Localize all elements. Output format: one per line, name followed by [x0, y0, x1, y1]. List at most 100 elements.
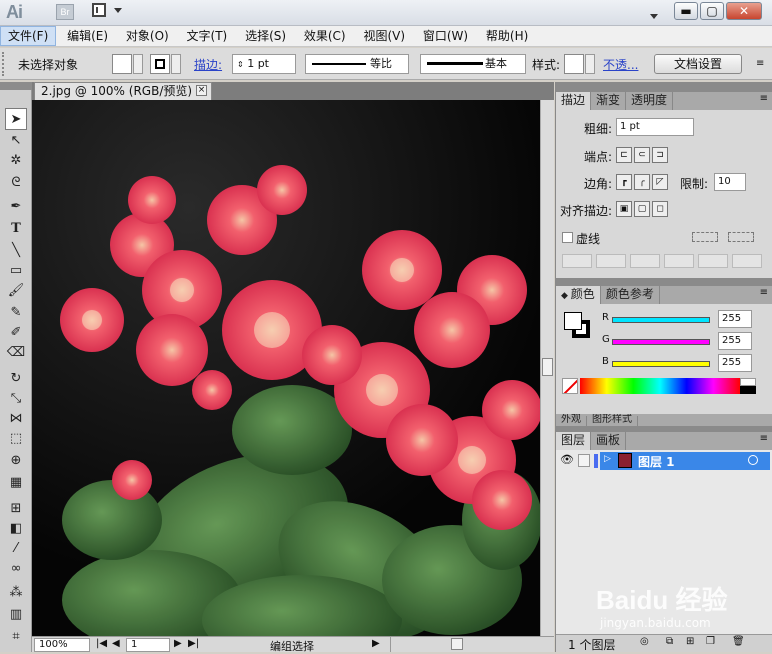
tab-color-guide[interactable]: 颜色参考 [601, 286, 660, 304]
close-document-icon[interactable]: × [196, 85, 207, 96]
channel-g-field[interactable]: 255 [718, 332, 752, 350]
limit-field[interactable]: 10 [714, 173, 746, 191]
document-setup-button[interactable]: 文档设置 [654, 54, 742, 74]
channel-r-slider[interactable] [612, 317, 710, 323]
dash-field-1[interactable] [562, 254, 592, 268]
scroll-thumb[interactable] [542, 358, 553, 376]
document-tab[interactable]: 2.jpg @ 100% (RGB/预览) [34, 82, 212, 100]
canvas-vertical-scrollbar[interactable] [540, 100, 554, 636]
dash-pattern-1-icon[interactable] [692, 232, 718, 242]
tab-gradient[interactable]: 渐变 [591, 92, 627, 110]
eyedropper-tool-icon[interactable]: ⁄ [5, 538, 27, 560]
align-outside-icon[interactable]: ◻ [652, 201, 668, 217]
perspective-grid-tool-icon[interactable]: ▦ [5, 472, 27, 494]
rotate-tool-icon[interactable]: ↻ [5, 368, 27, 390]
panel-menu-icon[interactable]: ≡ [756, 58, 764, 69]
prev-artboard-icon[interactable]: ◀ [112, 638, 120, 649]
graphic-style-swatch[interactable] [564, 54, 584, 74]
stroke-dropdown[interactable] [171, 54, 181, 74]
shape-builder-tool-icon[interactable]: ⊕ [5, 450, 27, 472]
width-tool-icon[interactable]: ⋈ [5, 408, 27, 430]
mesh-tool-icon[interactable]: ⊞ [5, 498, 27, 520]
fill-color-swatch[interactable] [564, 312, 582, 330]
trash-icon[interactable]: 🗑 [732, 636, 745, 647]
fill-swatch[interactable] [112, 54, 132, 74]
black-swatch[interactable] [740, 386, 756, 394]
last-artboard-icon[interactable]: ▶| [188, 638, 199, 649]
brush-definition[interactable]: 基本 [420, 54, 526, 74]
menu-select[interactable]: 选择(S) [238, 26, 293, 46]
tab-stroke[interactable]: 描边 [556, 92, 592, 110]
opacity-link[interactable]: 不透... [603, 56, 638, 73]
artboard-select[interactable]: 1 [126, 638, 170, 652]
bridge-button[interactable]: Br [56, 4, 74, 20]
panel-menu-icon[interactable]: ≡ [760, 93, 768, 104]
none-swatch-icon[interactable] [562, 378, 578, 394]
arrange-documents-button[interactable] [92, 3, 122, 21]
stroke-link[interactable]: 描边: [194, 56, 222, 73]
line-tool-icon[interactable]: ╲ [5, 240, 27, 262]
butt-cap-icon[interactable]: ⊏ [616, 147, 632, 163]
menu-type[interactable]: 文字(T) [180, 26, 235, 46]
white-swatch[interactable] [740, 378, 756, 386]
tab-appearance[interactable]: 外观 [556, 415, 587, 426]
magic-wand-tool-icon[interactable]: ✲ [5, 150, 27, 172]
channel-g-slider[interactable] [612, 339, 710, 345]
tab-transparency[interactable]: 透明度 [626, 92, 674, 110]
dash-field-3[interactable] [698, 254, 728, 268]
menu-help[interactable]: 帮助(H) [479, 26, 535, 46]
status-menu-icon[interactable]: ▶ [372, 638, 380, 649]
menu-effect[interactable]: 效果(C) [297, 26, 353, 46]
tab-color[interactable]: ◆ 颜色 [556, 286, 601, 304]
lock-toggle[interactable] [578, 454, 590, 467]
panel-menu-icon[interactable]: ≡ [760, 433, 768, 444]
clipping-mask-icon[interactable]: ⧉ [666, 636, 673, 647]
eye-icon[interactable]: 👁 [560, 453, 574, 466]
zoom-select[interactable]: 100% [34, 638, 90, 652]
pencil-tool-icon[interactable]: ✎ [5, 302, 27, 324]
stroke-weight-select[interactable]: ⇕ 1 pt [232, 54, 296, 74]
round-cap-icon[interactable]: ⊂ [634, 147, 650, 163]
channel-b-slider[interactable] [612, 361, 710, 367]
round-join-icon[interactable]: ╭ [634, 174, 650, 190]
paintbrush-tool-icon[interactable]: 🖌 [5, 280, 27, 302]
close-window-button[interactable]: ✕ [726, 2, 762, 20]
menu-object[interactable]: 对象(O) [119, 26, 176, 46]
align-center-icon[interactable]: ▣ [616, 201, 632, 217]
fill-dropdown[interactable] [133, 54, 143, 74]
new-sublayer-icon[interactable]: ⊞ [686, 636, 694, 647]
pen-tool-icon[interactable]: ✒ [5, 196, 27, 218]
layer-row[interactable]: 👁 ▷ 图层 1 [556, 452, 772, 470]
direct-selection-tool-icon[interactable]: ↖ [5, 130, 27, 152]
align-inside-icon[interactable]: ▢ [634, 201, 650, 217]
tab-graphic-styles[interactable]: 图形样式 [587, 415, 638, 426]
menu-window[interactable]: 窗口(W) [416, 26, 475, 46]
menu-view[interactable]: 视图(V) [356, 26, 412, 46]
column-graph-tool-icon[interactable]: ▥ [5, 604, 27, 626]
blob-brush-tool-icon[interactable]: ✐ [5, 322, 27, 344]
document-canvas[interactable] [32, 100, 554, 636]
dash-pattern-2-icon[interactable] [728, 232, 754, 242]
new-layer-icon[interactable]: ❐ [706, 636, 715, 647]
h-scroll-thumb[interactable] [451, 638, 463, 650]
gap-field-2[interactable] [664, 254, 694, 268]
menu-edit[interactable]: 编辑(E) [60, 26, 115, 46]
rectangle-tool-icon[interactable]: ▭ [5, 260, 27, 282]
expand-triangle-icon[interactable]: ▷ [604, 454, 611, 464]
lasso-tool-icon[interactable]: ᘓ [5, 172, 27, 194]
projecting-cap-icon[interactable]: ⊐ [652, 147, 668, 163]
gradient-tool-icon[interactable]: ◧ [5, 518, 27, 540]
color-spectrum-bar[interactable] [580, 378, 740, 394]
horizontal-scrollbar[interactable] [390, 637, 552, 652]
tab-artboards[interactable]: 画板 [591, 432, 627, 450]
maximize-button[interactable]: ▢ [700, 2, 724, 20]
channel-r-field[interactable]: 255 [718, 310, 752, 328]
panel-menu-icon[interactable]: ≡ [760, 287, 768, 298]
locate-object-icon[interactable]: ◎ [640, 636, 649, 647]
miter-join-icon[interactable]: ┏ [616, 174, 632, 190]
artboard-tool-icon[interactable]: ⌗ [5, 626, 27, 648]
bevel-join-icon[interactable]: ◸ [652, 174, 668, 190]
symbol-sprayer-tool-icon[interactable]: ⁂ [5, 582, 27, 604]
next-artboard-icon[interactable]: ▶ [174, 638, 182, 649]
gap-field-3[interactable] [732, 254, 762, 268]
